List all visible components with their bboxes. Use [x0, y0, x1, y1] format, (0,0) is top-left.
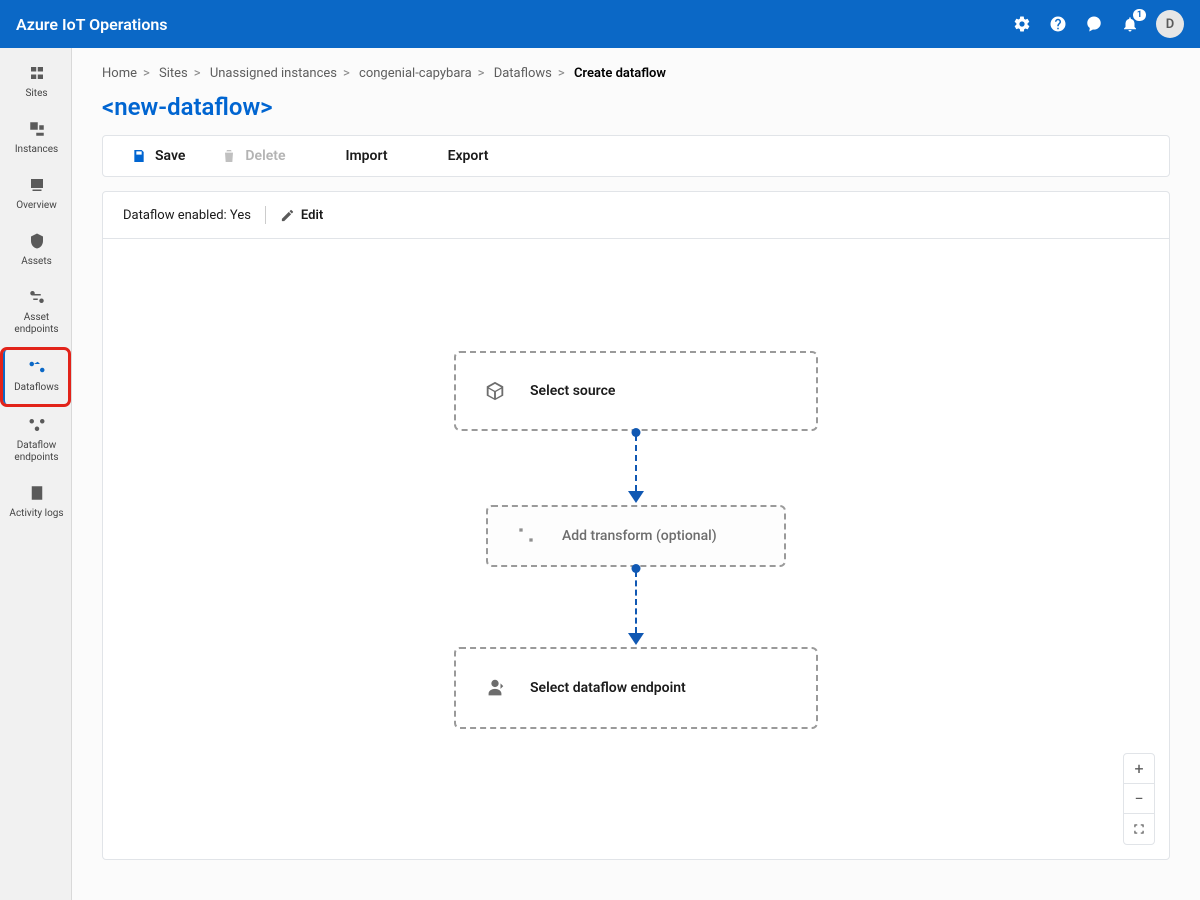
- sidebar-item-assets[interactable]: Assets: [0, 224, 71, 278]
- instances-icon: [27, 120, 47, 140]
- arrow-down-icon: [628, 491, 644, 503]
- dataflow-canvas[interactable]: Select source Add transform (optional) S…: [103, 239, 1169, 859]
- sidebar-item-sites[interactable]: Sites: [0, 56, 71, 110]
- dataflow-canvas-card: Dataflow enabled: Yes Edit Select source: [102, 191, 1170, 860]
- sidebar-item-label: Sites: [25, 88, 47, 100]
- feedback-icon[interactable]: [1084, 14, 1104, 34]
- status-bar: Dataflow enabled: Yes Edit: [103, 192, 1169, 239]
- stage-label: Select dataflow endpoint: [530, 680, 686, 696]
- zoom-fit-button[interactable]: [1124, 814, 1154, 844]
- save-button[interactable]: Save: [131, 148, 185, 164]
- add-transform-stage[interactable]: Add transform (optional): [486, 505, 786, 567]
- sidebar-item-label: Overview: [16, 200, 57, 212]
- activity-logs-icon: [27, 484, 47, 504]
- overview-icon: [27, 176, 47, 196]
- zoom-in-button[interactable]: +: [1124, 754, 1154, 784]
- sidebar-item-label: Dataflows: [14, 382, 59, 394]
- toolbar: Save Delete Import Export: [102, 135, 1170, 177]
- select-source-stage[interactable]: Select source: [454, 351, 818, 431]
- connector-line: [635, 435, 637, 491]
- sidebar-item-instances[interactable]: Instances: [0, 112, 71, 166]
- arrow-down-icon: [628, 633, 644, 645]
- sidebar-item-label: Asset endpoints: [4, 312, 69, 336]
- zoom-controls: + −: [1123, 753, 1155, 845]
- delete-icon: [221, 148, 237, 164]
- breadcrumb: Home> Sites> Unassigned instances> conge…: [102, 66, 1170, 81]
- toolbar-label: Export: [448, 148, 489, 164]
- stage-label: Select source: [530, 383, 615, 399]
- breadcrumb-item[interactable]: Unassigned instances: [210, 66, 337, 81]
- main-content: Home> Sites> Unassigned instances> conge…: [72, 48, 1200, 900]
- sidebar-item-label: Dataflow endpoints: [4, 440, 69, 464]
- top-header: Azure IoT Operations 1 D: [0, 0, 1200, 48]
- delete-button: Delete: [221, 148, 285, 164]
- settings-icon[interactable]: [1012, 14, 1032, 34]
- sidebar-item-label: Activity logs: [9, 508, 63, 520]
- save-icon: [131, 148, 147, 164]
- sidebar-item-dataflow-endpoints[interactable]: Dataflow endpoints: [0, 408, 71, 474]
- sidebar-item-asset-endpoints[interactable]: Asset endpoints: [0, 280, 71, 346]
- zoom-out-button[interactable]: −: [1124, 784, 1154, 814]
- stage-label: Add transform (optional): [562, 528, 717, 544]
- export-icon: [424, 148, 440, 164]
- connector-line: [635, 571, 637, 633]
- import-icon: [321, 148, 337, 164]
- sidebar-item-label: Instances: [15, 144, 58, 156]
- left-sidebar: Sites Instances Overview Assets Asset en…: [0, 48, 72, 900]
- endpoint-icon: [484, 677, 506, 699]
- fit-icon: [1132, 822, 1146, 836]
- sidebar-item-label: Assets: [21, 256, 52, 268]
- brand-title: Azure IoT Operations: [16, 15, 168, 34]
- breadcrumb-item[interactable]: Home: [102, 66, 137, 81]
- dataflows-icon: [27, 358, 47, 378]
- edit-label: Edit: [301, 208, 323, 223]
- cube-icon: [484, 380, 506, 402]
- sidebar-item-dataflows[interactable]: Dataflows: [3, 350, 68, 404]
- dataflow-endpoints-icon: [27, 416, 47, 436]
- header-actions: 1 D: [1012, 10, 1184, 38]
- user-avatar[interactable]: D: [1156, 10, 1184, 38]
- page-title: <new-dataflow>: [102, 93, 1170, 121]
- assets-icon: [27, 232, 47, 252]
- transform-icon: [516, 525, 538, 547]
- breadcrumb-item[interactable]: Dataflows: [494, 66, 552, 81]
- sites-icon: [27, 64, 47, 84]
- toolbar-label: Delete: [245, 148, 285, 164]
- import-button[interactable]: Import: [321, 148, 387, 164]
- help-icon[interactable]: [1048, 14, 1068, 34]
- sidebar-item-overview[interactable]: Overview: [0, 168, 71, 222]
- notifications-icon[interactable]: 1: [1120, 14, 1140, 34]
- divider: [265, 206, 266, 224]
- toolbar-label: Save: [155, 148, 185, 164]
- export-button[interactable]: Export: [424, 148, 489, 164]
- breadcrumb-item[interactable]: congenial-capybara: [359, 66, 472, 81]
- toolbar-label: Import: [345, 148, 387, 164]
- asset-endpoints-icon: [27, 288, 47, 308]
- sidebar-item-activity-logs[interactable]: Activity logs: [0, 476, 71, 530]
- select-endpoint-stage[interactable]: Select dataflow endpoint: [454, 647, 818, 729]
- edit-button[interactable]: Edit: [280, 208, 323, 223]
- breadcrumb-current: Create dataflow: [574, 66, 666, 81]
- edit-icon: [280, 208, 295, 223]
- status-text: Dataflow enabled: Yes: [123, 208, 251, 223]
- notification-badge: 1: [1133, 9, 1146, 21]
- breadcrumb-item[interactable]: Sites: [159, 66, 188, 81]
